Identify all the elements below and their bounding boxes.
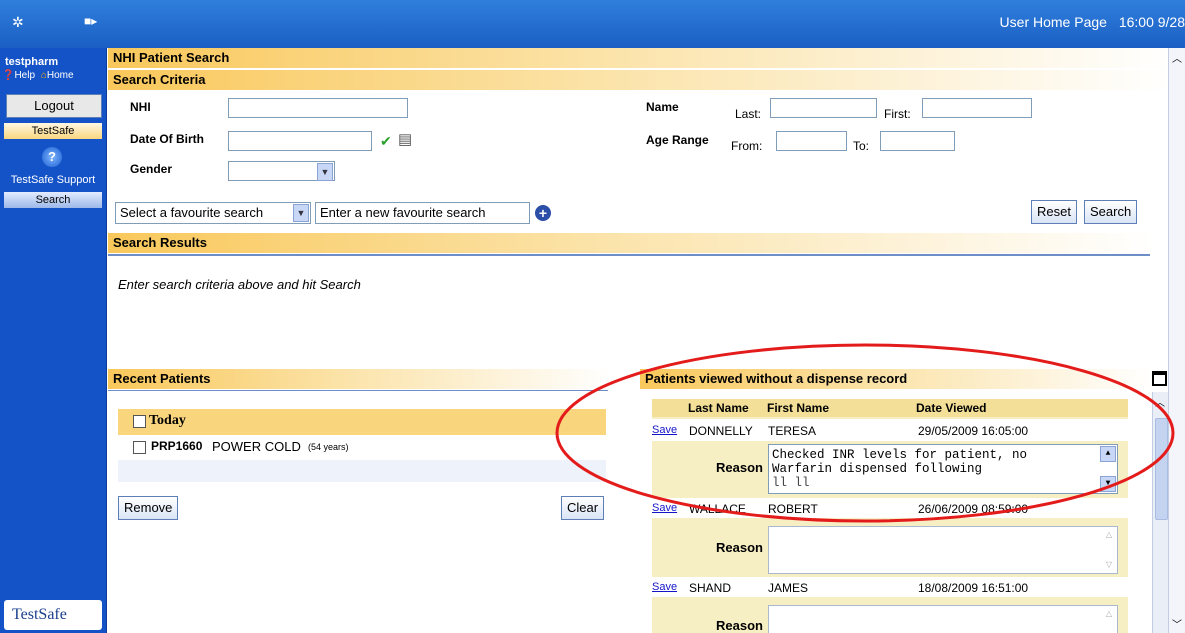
help-icon[interactable]: ❓ — [2, 70, 14, 81]
to-label: To: — [853, 139, 870, 153]
today-checkbox[interactable] — [133, 415, 146, 428]
recent-patients-divider — [108, 390, 608, 391]
recent-patient-row[interactable]: PRP1660 POWER COLD (54 years) — [118, 437, 606, 457]
header-info: User Home Page 16:00 9/28 — [992, 14, 1185, 30]
add-icon[interactable]: + — [535, 205, 551, 221]
page-title: NHI Patient Search — [108, 48, 1173, 68]
today-label: Today — [149, 413, 186, 428]
app-logo-icon: ✲ — [12, 14, 24, 30]
search-results-message: Enter search criteria above and hit Sear… — [118, 277, 361, 292]
testsafe-logo: TestSafe — [4, 600, 102, 630]
age-to-input[interactable] — [880, 131, 955, 151]
patient-age: (54 years) — [308, 442, 349, 452]
age-range-label: Age Range — [646, 133, 709, 147]
search-criteria-heading: Search Criteria — [108, 70, 1173, 90]
reset-button[interactable]: Reset — [1031, 200, 1077, 224]
divider — [108, 254, 1150, 256]
reason-textarea[interactable]: △ — [768, 605, 1118, 633]
search-button[interactable]: Search — [1084, 200, 1138, 224]
last-name-input[interactable] — [770, 98, 877, 118]
from-label: From: — [731, 139, 763, 153]
home-link[interactable]: Home — [47, 70, 74, 81]
first-name-input[interactable] — [922, 98, 1032, 118]
gender-label: Gender — [130, 162, 173, 176]
row-date: 18/08/2009 16:51:00 — [918, 581, 1029, 595]
username: testpharm — [5, 56, 59, 68]
name-label: Name — [646, 100, 679, 114]
testsafe-logo-text: TestSafe — [12, 606, 67, 623]
page-scroll-down-icon[interactable]: ﹀ — [1172, 616, 1182, 631]
sidebar-tab-search[interactable]: Search — [4, 192, 102, 208]
row-first-name: JAMES — [768, 581, 809, 595]
today-group-row[interactable]: Today — [118, 409, 606, 435]
save-link[interactable]: Save — [652, 581, 677, 593]
nhi-label: NHI — [130, 100, 151, 114]
chevron-down-icon[interactable]: ▼ — [317, 163, 333, 181]
patient-id: PRP1660 — [151, 439, 203, 453]
favourite-select-text: Select a favourite search — [120, 205, 264, 220]
last-label: Last: — [735, 107, 762, 121]
remove-button[interactable]: Remove — [118, 496, 179, 520]
logout-button[interactable]: Logout — [6, 94, 102, 118]
dob-input[interactable] — [228, 131, 372, 151]
header-time: 16:00 9/28 — [1118, 14, 1185, 30]
textarea-scroll-up-icon[interactable]: △ — [1102, 607, 1116, 621]
textarea-scroll-up-icon[interactable]: △ — [1102, 528, 1116, 542]
search-results-heading: Search Results — [108, 233, 1155, 253]
gender-select[interactable]: ▼ — [228, 161, 335, 181]
support-link[interactable]: TestSafe Support — [0, 174, 106, 186]
recent-patients-heading: Recent Patients — [108, 369, 613, 389]
new-favourite-text: Enter a new favourite search — [320, 205, 486, 220]
new-favourite-input[interactable]: Enter a new favourite search — [315, 202, 530, 224]
age-from-input[interactable] — [776, 131, 847, 151]
menu-icon[interactable]: ■▸ — [84, 14, 97, 28]
dob-label: Date Of Birth — [130, 132, 205, 146]
sidebar: testpharm ❓Help ⌂Home Logout TestSafe ? … — [0, 48, 107, 633]
row-last-name: SHAND — [689, 581, 732, 595]
reason-row: Reason △ ▽ — [688, 520, 1128, 574]
top-bar: ✲ ■▸ User Home Page 16:00 9/28 — [0, 0, 1185, 48]
page-scroll-up-icon[interactable]: ︿ — [1172, 50, 1182, 65]
help-link[interactable]: Help — [14, 70, 35, 81]
reason-label: Reason — [716, 618, 763, 633]
chevron-down-icon[interactable]: ▼ — [293, 204, 309, 222]
sidebar-tab-testsafe[interactable]: TestSafe — [4, 123, 102, 139]
sidebar-links: ❓Help ⌂Home — [2, 70, 74, 81]
textarea-scroll-down-icon[interactable]: ▽ — [1102, 558, 1116, 572]
patient-checkbox[interactable] — [133, 441, 146, 454]
reason-label: Reason — [716, 540, 763, 555]
reason-textarea[interactable]: △ ▽ — [768, 526, 1118, 574]
favourite-search-select[interactable]: Select a favourite search ▼ — [115, 202, 311, 224]
header-title[interactable]: User Home Page — [1000, 14, 1107, 30]
first-label: First: — [884, 107, 911, 121]
annotation-ellipse-shape — [555, 343, 1175, 523]
patient-name: POWER COLD — [212, 439, 301, 454]
nhi-input[interactable] — [228, 98, 408, 118]
recent-patients-footer-band — [118, 460, 606, 482]
table-row: Save SHAND JAMES 18/08/2009 16:51:00 — [652, 577, 1128, 597]
support-icon[interactable]: ? — [42, 147, 62, 167]
reason-row: Reason △ — [688, 599, 1128, 633]
calendar-icon[interactable]: ▤ — [398, 130, 412, 148]
check-icon: ✔ — [380, 133, 392, 149]
annotation-ellipse — [555, 343, 1175, 523]
